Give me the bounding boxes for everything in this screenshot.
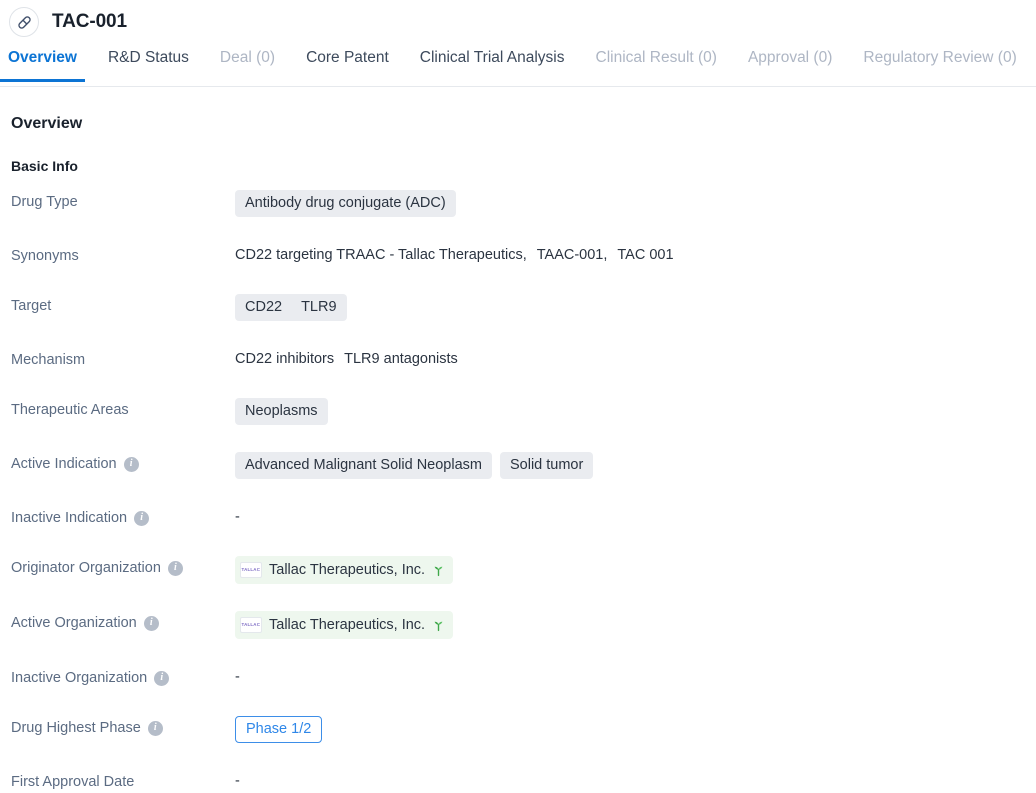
subsection-title-basic-info: Basic Info [11,158,78,174]
pill-capsule-icon [9,7,39,37]
row-label: Drug Type [11,190,235,213]
phase-badge[interactable]: Phase 1/2 [235,716,323,743]
row-originator-organization: Originator Organization i TALLAC Tallac … [11,556,1036,584]
tab-overview[interactable]: Overview [0,44,85,82]
chip-therapeutic-area[interactable]: Neoplasms [235,398,328,425]
row-mechanism: Mechanism CD22 inhibitors TLR9 antagonis… [11,348,1036,371]
label-text: First Approval Date [11,774,135,790]
row-label: First Approval Date [11,770,235,793]
label-text: Inactive Organization [11,670,148,686]
info-icon[interactable]: i [147,720,163,736]
row-active-organization: Active Organization i TALLAC Tallac Ther… [11,611,1036,639]
company-logo-text: TALLAC [241,621,261,628]
row-value: CD22 inhibitors TLR9 antagonists [235,348,1036,370]
mechanism-list: CD22 inhibitors TLR9 antagonists [235,348,458,370]
org-name: Tallac Therapeutics, Inc. [269,562,426,578]
label-text: Therapeutic Areas [11,402,129,418]
label-text: Active Indication [11,456,117,472]
row-value: Advanced Malignant Solid Neoplasm Solid … [235,452,1036,479]
mechanism-item: CD22 inhibitors [235,351,335,367]
synonym-item: TAC 001 [617,247,674,263]
tab-core-patent[interactable]: Core Patent [306,44,389,81]
row-label: Active Indication i [11,452,235,475]
row-label: Active Organization i [11,611,235,634]
chip-active-indication[interactable]: Advanced Malignant Solid Neoplasm [235,452,492,479]
row-value: Phase 1/2 [235,716,1036,743]
row-inactive-organization: Inactive Organization i - [11,666,1036,689]
chip-active-indication[interactable]: Solid tumor [499,452,594,479]
sprout-icon [432,619,445,632]
label-text: Originator Organization [11,560,161,576]
row-label: Synonyms [11,244,235,267]
tab-approval[interactable]: Approval (0) [748,44,832,81]
row-value: Neoplasms [235,398,1036,425]
mechanism-item: TLR9 antagonists [344,351,458,367]
chip-group-target: CD22 TLR9 [235,294,347,321]
label-text: Drug Type [11,194,78,210]
row-value: TALLAC Tallac Therapeutics, Inc. [235,556,1036,584]
row-drug-highest-phase: Drug Highest Phase i Phase 1/2 [11,716,1036,743]
info-icon[interactable]: i [154,670,170,686]
row-drug-type: Drug Type Antibody drug conjugate (ADC) [11,190,1036,217]
chip-drug-type[interactable]: Antibody drug conjugate (ADC) [235,190,456,217]
synonyms-list: CD22 targeting TRAAC - Tallac Therapeuti… [235,244,674,266]
info-icon[interactable]: i [134,510,150,526]
tab-deal[interactable]: Deal (0) [220,44,275,81]
row-therapeutic-areas: Therapeutic Areas Neoplasms [11,398,1036,425]
label-text: Synonyms [11,248,79,264]
label-text: Inactive Indication [11,510,128,526]
synonym-item: TAAC-001, [536,247,608,263]
page-title: TAC-001 [52,11,127,32]
label-text: Mechanism [11,352,86,368]
tab-clinical-result[interactable]: Clinical Result (0) [596,44,717,81]
row-value: CD22 TLR9 [235,294,1036,321]
label-text: Drug Highest Phase [11,720,141,736]
info-icon[interactable]: i [123,456,139,472]
tab-clinical-trial-analysis[interactable]: Clinical Trial Analysis [420,44,565,81]
row-value: Antibody drug conjugate (ADC) [235,190,1036,217]
row-label: Inactive Indication i [11,506,235,529]
company-logo-icon: TALLAC [240,562,262,578]
row-active-indication: Active Indication i Advanced Malignant S… [11,452,1036,479]
info-icon[interactable]: i [167,560,183,576]
synonym-item: CD22 targeting TRAAC - Tallac Therapeuti… [235,247,527,263]
tab-bar: Overview R&D Status Deal (0) Core Patent… [0,44,1036,87]
row-synonyms: Synonyms CD22 targeting TRAAC - Tallac T… [11,244,1036,267]
empty-value: - [235,509,240,525]
row-first-approval-date: First Approval Date - [11,770,1036,793]
org-chip-active[interactable]: TALLAC Tallac Therapeutics, Inc. [235,611,454,639]
row-label: Inactive Organization i [11,666,235,689]
empty-value: - [235,669,240,685]
row-value: - [235,666,1036,688]
chip-target-cd22[interactable]: CD22 [245,298,282,317]
empty-value: - [235,773,240,789]
tab-regulatory-review[interactable]: Regulatory Review (0) [863,44,1016,81]
row-value: - [235,506,1036,528]
company-logo-text: TALLAC [241,566,261,573]
overview-content: Overview Basic Info Drug Type Antibody d… [0,115,1036,793]
row-value: - [235,770,1036,792]
row-target: Target CD22 TLR9 [11,294,1036,321]
info-icon[interactable]: i [143,615,159,631]
label-text: Active Organization [11,615,137,631]
row-label: Mechanism [11,348,235,371]
row-label: Therapeutic Areas [11,398,235,421]
tab-rd-status[interactable]: R&D Status [108,44,189,81]
row-inactive-indication: Inactive Indication i - [11,506,1036,529]
page-header: TAC-001 [0,0,1036,44]
row-value: CD22 targeting TRAAC - Tallac Therapeuti… [235,244,1036,266]
basic-info-rows: Drug Type Antibody drug conjugate (ADC) … [11,190,1036,793]
row-value: TALLAC Tallac Therapeutics, Inc. [235,611,1036,639]
org-chip-originator[interactable]: TALLAC Tallac Therapeutics, Inc. [235,556,454,584]
company-logo-icon: TALLAC [240,617,262,633]
label-text: Target [11,298,52,314]
row-label: Originator Organization i [11,556,235,579]
row-label: Target [11,294,235,317]
section-title-overview: Overview [11,115,83,132]
org-name: Tallac Therapeutics, Inc. [269,617,426,633]
row-label: Drug Highest Phase i [11,716,235,739]
sprout-icon [432,564,445,577]
chip-target-tlr9[interactable]: TLR9 [301,298,336,317]
